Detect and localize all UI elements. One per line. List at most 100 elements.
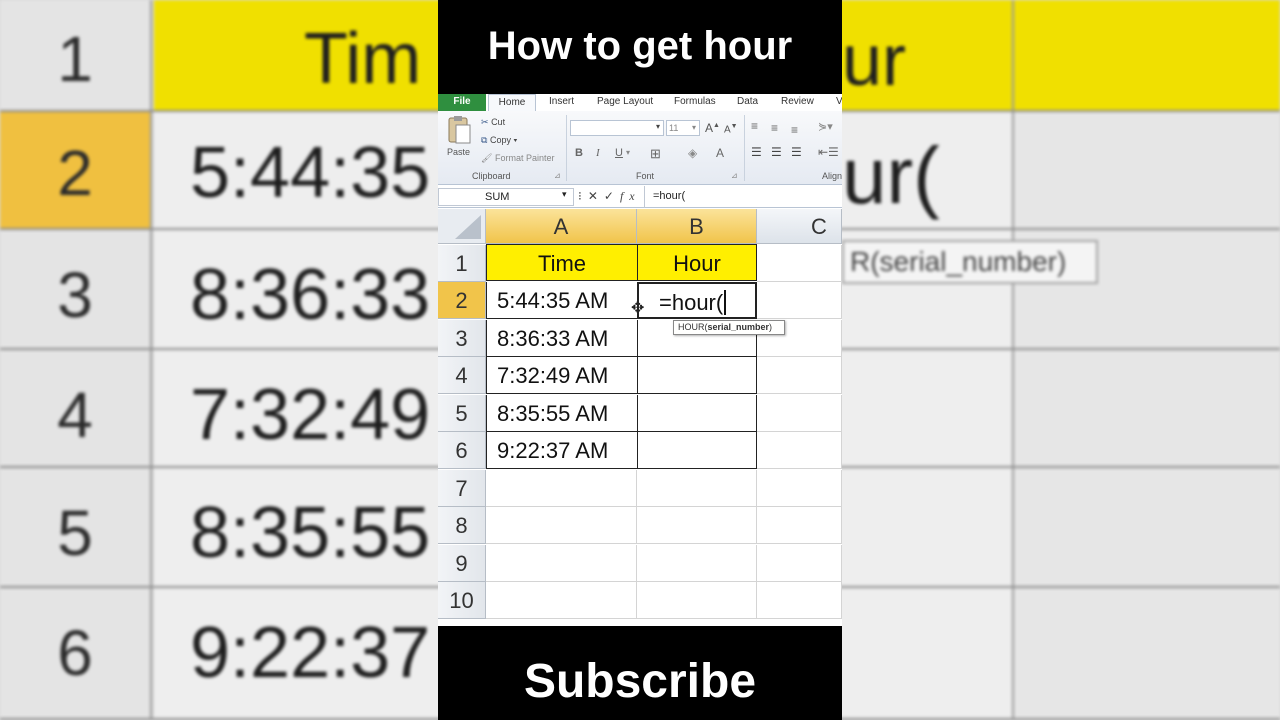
font-size-select[interactable]: 11 ▾ — [666, 120, 700, 136]
align-right-icon[interactable]: ☰ — [791, 145, 802, 159]
column-header-a[interactable]: A — [486, 209, 637, 244]
paste-button[interactable] — [446, 115, 472, 145]
grid-cell[interactable] — [486, 470, 637, 507]
cut-button[interactable]: ✂ Cut — [481, 117, 505, 128]
row-header[interactable]: 2 — [438, 282, 486, 319]
tab-data[interactable]: Data — [737, 94, 758, 111]
row-header[interactable]: 1 — [438, 245, 486, 282]
fx-icon[interactable]: fx — [620, 189, 641, 203]
tab-formulas[interactable]: Formulas — [674, 94, 716, 111]
grid-cell[interactable] — [757, 507, 842, 544]
grow-font-icon[interactable]: A▲ — [705, 121, 720, 135]
indent-icon[interactable]: ⇤☰ — [818, 145, 839, 159]
row-header[interactable]: 3 — [438, 320, 486, 357]
align-bottom-icon[interactable]: ≡ — [791, 123, 798, 137]
bg-formula-fragment: ur( — [842, 131, 940, 220]
time-cell[interactable]: 8:35:55 AM — [486, 395, 638, 432]
copy-button[interactable]: ⧉ Copy ▾ — [481, 135, 517, 146]
function-tooltip[interactable]: HOUR(serial_number) — [673, 320, 785, 335]
grid-cell[interactable] — [637, 582, 757, 619]
column-header-c[interactable]: C — [757, 209, 842, 244]
grid-cell[interactable] — [486, 545, 637, 582]
grid-cell[interactable] — [757, 357, 842, 394]
align-center-icon[interactable]: ☰ — [771, 145, 782, 159]
table-header-time[interactable]: Time — [486, 244, 638, 281]
tab-review[interactable]: Review — [781, 94, 814, 111]
tab-insert[interactable]: Insert — [549, 94, 574, 111]
shrink-font-icon[interactable]: A▼ — [724, 123, 738, 135]
tab-home[interactable]: Home — [488, 94, 536, 111]
time-cell[interactable]: 5:44:35 AM — [486, 282, 638, 319]
time-cell[interactable]: 8:36:33 AM — [486, 320, 638, 357]
paste-label: Paste — [447, 147, 471, 157]
tooltip-function: HOUR( — [678, 322, 708, 332]
row-header[interactable]: 7 — [438, 470, 486, 507]
select-all-button[interactable] — [438, 209, 486, 244]
row-header[interactable]: 8 — [438, 507, 486, 544]
name-box[interactable]: SUM — [438, 188, 574, 206]
tab-file[interactable]: File — [438, 94, 486, 111]
align-left-icon[interactable]: ☰ — [751, 145, 762, 159]
ribbon-separator — [744, 115, 745, 181]
grid-cell[interactable] — [757, 582, 842, 619]
hour-cell[interactable] — [637, 395, 757, 432]
font-name-select[interactable]: ▾ — [570, 120, 664, 136]
grid-cell[interactable] — [757, 395, 842, 432]
bg-cell-right — [1012, 0, 1280, 110]
fill-color-icon[interactable]: ◈ — [688, 146, 697, 160]
bg-cell-right — [1012, 350, 1280, 466]
grid-cell[interactable] — [486, 582, 637, 619]
grid-cell[interactable] — [486, 507, 637, 544]
chevron-down-icon[interactable]: ▾ — [562, 189, 567, 200]
grid-cell[interactable] — [757, 470, 842, 507]
row-header[interactable]: 6 — [438, 432, 486, 469]
tooltip-argument: serial_number — [707, 322, 770, 332]
align-top-icon[interactable]: ≡ — [751, 119, 758, 133]
grid-cell[interactable] — [757, 545, 842, 582]
grid-cell[interactable] — [637, 545, 757, 582]
row-header[interactable]: 9 — [438, 545, 486, 582]
chevron-down-icon[interactable]: ▾ — [626, 148, 630, 157]
ribbon-home: Paste ✂ Cut ⧉ Copy ▾ 🖌 Format Painter Cl… — [438, 111, 842, 185]
subscribe-banner[interactable]: Subscribe — [438, 626, 842, 720]
grid-cell[interactable] — [757, 245, 842, 282]
brush-icon: 🖌 — [481, 153, 493, 163]
borders-icon[interactable]: ⊞ — [650, 146, 661, 162]
ribbon-tabs: File Home Insert Page Layout Formulas Da… — [438, 94, 842, 111]
hour-cell[interactable] — [637, 357, 757, 394]
formula-input[interactable]: =hour( — [644, 186, 842, 208]
hour-cell-active[interactable]: =hour(​ — [637, 282, 757, 319]
italic-button[interactable]: I — [596, 147, 600, 159]
tab-view[interactable]: V — [836, 94, 842, 111]
column-header-b[interactable]: B — [637, 209, 757, 244]
row-header[interactable]: 4 — [438, 357, 486, 394]
grid-cell[interactable] — [757, 432, 842, 469]
cancel-icon[interactable]: ✕ — [588, 189, 604, 203]
time-cell[interactable]: 9:22:37 AM — [486, 432, 638, 469]
bg-tooltip-fragment: R(serial_number) — [842, 240, 1098, 284]
bg-title-fragment: ur — [842, 21, 907, 101]
align-middle-icon[interactable]: ≡ — [771, 121, 778, 135]
row-header[interactable]: 5 — [438, 395, 486, 432]
chevron-down-icon: ▾ — [691, 123, 696, 132]
time-cell[interactable]: 7:32:49 AM — [486, 357, 638, 394]
enter-icon[interactable]: ✓ — [604, 189, 620, 203]
spreadsheet-grid[interactable]: A B C 1 2 3 4 5 6 7 8 9 10 Time Hour 5:4… — [438, 209, 842, 626]
grid-cell[interactable] — [757, 282, 842, 319]
grid-cell[interactable] — [637, 470, 757, 507]
dialog-launcher-icon[interactable]: ⊿ — [731, 171, 738, 180]
tab-page-layout[interactable]: Page Layout — [597, 94, 653, 111]
grid-cell[interactable] — [637, 507, 757, 544]
orientation-icon[interactable]: ⋟▾ — [818, 120, 833, 133]
row-header[interactable]: 10 — [438, 582, 486, 619]
dialog-launcher-icon[interactable]: ⊿ — [554, 171, 561, 180]
font-color-icon[interactable]: A — [716, 146, 724, 160]
font-group-label: Font — [636, 171, 655, 181]
bold-button[interactable]: B — [575, 147, 583, 159]
excel-panel: How to get hour File Home Insert Page La… — [438, 0, 842, 720]
hour-cell[interactable] — [637, 432, 757, 469]
table-header-hour[interactable]: Hour — [637, 244, 757, 281]
dots-icon: ⁝ — [578, 189, 588, 203]
underline-button[interactable]: U — [615, 147, 623, 159]
format-painter-button[interactable]: 🖌 Format Painter — [481, 153, 554, 164]
